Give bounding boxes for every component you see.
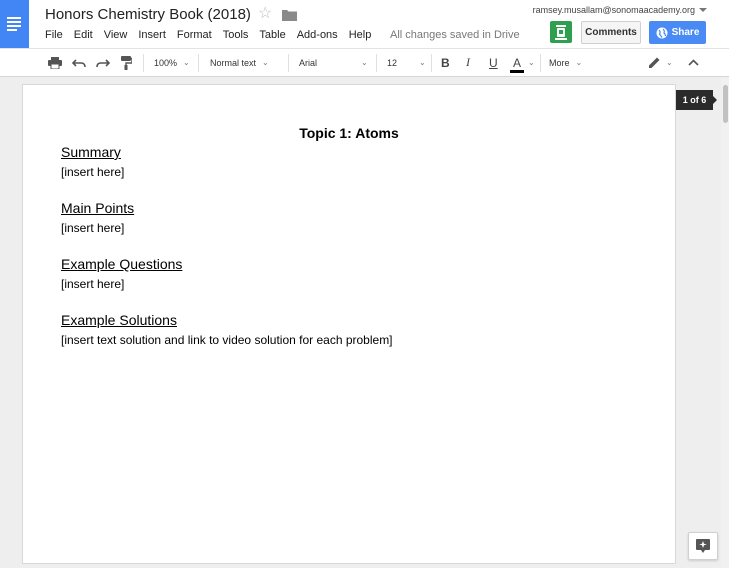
section-heading-main-points[interactable]: Main Points <box>61 200 134 216</box>
document-title[interactable]: Honors Chemistry Book (2018) <box>45 6 251 23</box>
document-heading[interactable]: Topic 1: Atoms <box>23 125 675 141</box>
account-caret-icon[interactable] <box>699 8 707 12</box>
text-color-swatch <box>510 69 524 73</box>
menu-view[interactable]: View <box>104 29 128 41</box>
text-color-letter: A <box>512 55 521 70</box>
share-button[interactable]: Share <box>649 21 706 44</box>
comments-button[interactable]: Comments <box>581 21 641 44</box>
pencil-icon <box>649 57 660 68</box>
menu-tools[interactable]: Tools <box>223 29 249 41</box>
addon-avatar-icon[interactable] <box>550 21 572 43</box>
redo-icon[interactable] <box>96 49 110 76</box>
section-body-main-points[interactable]: [insert here] <box>61 221 124 235</box>
font-size-select[interactable]: 12 ⌄ <box>387 49 426 76</box>
toolbar-divider <box>431 54 432 72</box>
docs-logo-icon[interactable] <box>0 0 29 48</box>
menu-file[interactable]: File <box>45 29 63 41</box>
toolbar-divider <box>540 54 541 72</box>
collapse-toolbar-icon[interactable] <box>688 49 699 76</box>
italic-button[interactable]: I <box>466 49 470 76</box>
app-header: Honors Chemistry Book (2018) ☆ File Edit… <box>0 0 729 48</box>
folder-icon[interactable] <box>282 9 297 21</box>
menu-edit[interactable]: Edit <box>74 29 93 41</box>
menu-format[interactable]: Format <box>177 29 212 41</box>
explore-icon <box>696 539 710 553</box>
font-size-value: 12 <box>387 57 398 68</box>
toolbar-divider <box>143 54 144 72</box>
document-canvas[interactable]: Topic 1: Atoms Summary [insert here] Mai… <box>0 77 729 568</box>
formatting-toolbar: 100% ⌄ Normal text ⌄ Arial ⌄ 12 ⌄ B I U A ⌄ … <box>0 48 729 77</box>
zoom-select[interactable]: 100% ⌄ <box>154 49 190 76</box>
page-indicator: 1 of 6 <box>676 90 713 110</box>
toolbar-divider <box>198 54 199 72</box>
account-email[interactable]: ramsey.musallam@sonomaacademy.org <box>533 5 695 15</box>
menu-addons[interactable]: Add-ons <box>297 29 338 41</box>
menu-table[interactable]: Table <box>259 29 285 41</box>
section-body-example-solutions[interactable]: [insert text solution and link to video … <box>61 333 393 347</box>
more-menu[interactable]: More ⌄ <box>549 49 582 76</box>
undo-icon[interactable] <box>72 49 86 76</box>
print-icon[interactable] <box>48 49 62 76</box>
menu-insert[interactable]: Insert <box>138 29 166 41</box>
font-select[interactable]: Arial ⌄ <box>299 49 368 76</box>
text-color-button[interactable]: A ⌄ <box>510 49 535 76</box>
page-indicator-pointer <box>713 96 717 104</box>
zoom-value: 100% <box>154 57 178 68</box>
more-label: More <box>549 57 570 68</box>
section-body-example-questions[interactable]: [insert here] <box>61 277 124 291</box>
font-value: Arial <box>299 57 318 68</box>
explore-button[interactable] <box>688 532 718 560</box>
style-value: Normal text <box>210 57 257 68</box>
section-heading-summary[interactable]: Summary <box>61 144 121 160</box>
section-heading-example-solutions[interactable]: Example Solutions <box>61 312 177 328</box>
share-label: Share <box>671 27 700 38</box>
vertical-scrollbar[interactable] <box>721 77 729 568</box>
globe-icon <box>656 27 668 38</box>
document-page[interactable]: Topic 1: Atoms Summary [insert here] Mai… <box>23 85 675 563</box>
toolbar-divider <box>288 54 289 72</box>
toolbar-divider <box>376 54 377 72</box>
scrollbar-thumb[interactable] <box>723 85 728 123</box>
paint-format-icon[interactable] <box>121 49 132 76</box>
menu-bar: File Edit View Insert Format Tools Table… <box>45 29 382 41</box>
style-select[interactable]: Normal text ⌄ <box>210 49 269 76</box>
section-body-summary[interactable]: [insert here] <box>61 165 124 179</box>
section-heading-example-questions[interactable]: Example Questions <box>61 256 182 272</box>
editing-mode-select[interactable]: ⌄ <box>648 49 673 76</box>
underline-button[interactable]: U <box>489 49 498 76</box>
bold-button[interactable]: B <box>441 49 450 76</box>
save-status[interactable]: All changes saved in Drive <box>390 29 520 41</box>
menu-help[interactable]: Help <box>349 29 372 41</box>
star-icon[interactable]: ☆ <box>258 4 272 24</box>
